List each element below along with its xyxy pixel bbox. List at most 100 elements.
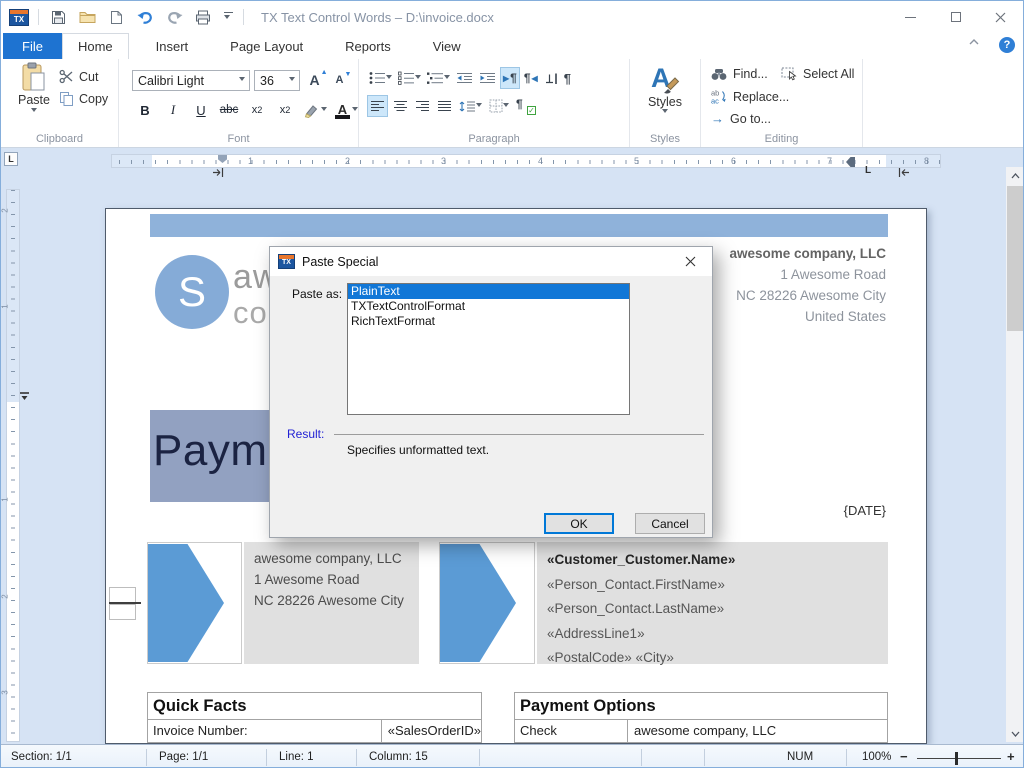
quick-facts-table[interactable]: Quick Facts Invoice Number: «SalesOrderI… [147,692,482,744]
right-indent-marker[interactable] [846,157,855,167]
right-to-left-button[interactable]: ¶◀ [522,67,540,89]
listbox-option-plaintext[interactable]: PlainText [348,284,629,299]
borders-button[interactable] [487,95,511,117]
italic-button[interactable]: I [163,100,183,120]
merge-field-addressline1[interactable]: «AddressLine1» [547,622,888,647]
left-to-right-button[interactable]: ▶¶ [500,67,520,89]
listbox-option-txtextcontrolformat[interactable]: TXTextControlFormat [348,299,629,314]
styles-button[interactable]: A Styles [630,63,700,131]
superscript-button[interactable]: x2 [275,100,295,120]
tab-file[interactable]: File [3,33,62,59]
collapse-ribbon-icon[interactable] [969,39,979,45]
new-document-icon[interactable] [106,7,126,27]
formatting-marks-button[interactable]: ¶✓ [514,95,538,117]
font-color-button[interactable]: A [335,100,358,120]
recipient-address-box[interactable]: «Customer_Customer.Name» «Person_Contact… [537,542,888,664]
grow-font-button[interactable]: A▲ [304,70,325,90]
scrollbar-thumb[interactable] [1007,186,1023,331]
print-icon[interactable] [193,7,213,27]
zoom-slider[interactable] [917,758,1001,759]
bullets-button[interactable] [367,67,394,89]
ok-button[interactable]: OK [544,513,614,534]
company-logo[interactable]: S [155,255,229,329]
horizontal-ruler[interactable]: 1 2 3 4 5 6 7 8 [111,154,941,168]
dialog-close-button[interactable] [668,247,712,276]
break-button[interactable] [542,67,560,89]
tab-home[interactable]: Home [62,33,129,59]
tab-insert[interactable]: Insert [141,33,204,59]
recipient-arrow-cell[interactable] [439,542,535,664]
cancel-button[interactable]: Cancel [635,513,705,534]
merge-field-lastname[interactable]: «Person_Contact.LastName» [547,597,888,622]
copy-button[interactable]: Copy [59,91,108,107]
dialog-titlebar[interactable]: TX Paste Special [270,247,712,276]
align-left-button[interactable] [367,95,388,117]
tab-view[interactable]: View [418,33,476,59]
shrink-font-button[interactable]: A▼ [329,70,350,90]
save-icon[interactable] [48,7,68,27]
align-right-button[interactable] [413,95,432,117]
merge-field-postalcode-city[interactable]: «PostalCode» «City» [547,646,888,671]
strikethrough-button[interactable]: abc [219,100,239,120]
tab-reports[interactable]: Reports [330,33,406,59]
date-field[interactable]: {DATE} [844,503,886,518]
underline-button[interactable]: U [191,100,211,120]
zoom-slider-thumb[interactable] [955,752,958,765]
numbering-button[interactable] [396,67,423,89]
find-button[interactable]: Find... [711,67,768,81]
merge-field-customer-name[interactable]: «Customer_Customer.Name» [547,548,888,573]
undo-icon[interactable] [135,7,155,27]
open-icon[interactable] [77,7,97,27]
redo-icon[interactable] [164,7,184,27]
check-label[interactable]: Check [515,720,628,742]
paste-button[interactable]: Paste [11,62,57,132]
replace-button[interactable]: abac Replace... [711,89,789,104]
bold-button[interactable]: B [135,100,155,120]
highlight-button[interactable] [303,100,327,120]
page-header-bar[interactable] [150,214,888,237]
scroll-up-button[interactable] [1006,167,1023,184]
tab-stop-marker[interactable]: L [865,165,871,176]
tab-selector[interactable]: L [4,152,18,166]
font-family-select[interactable]: Calibri Light [132,70,250,91]
cut-button[interactable]: Cut [59,69,98,84]
decrease-indent-button[interactable] [454,67,475,89]
select-all-button[interactable]: Select All [781,67,854,81]
zoom-out-button[interactable]: − [900,749,908,764]
maximize-button[interactable] [933,1,978,33]
tab-page-layout[interactable]: Page Layout [215,33,318,59]
zoom-in-button[interactable]: + [1007,749,1015,764]
arrow-shape[interactable] [148,544,224,662]
company-header-block[interactable]: awesome company, LLC 1 Awesome Road NC 2… [729,243,886,327]
subscript-button[interactable]: x2 [247,100,267,120]
multilevel-list-button[interactable] [425,67,452,89]
listbox-option-richtextformat[interactable]: RichTextFormat [348,314,629,329]
merge-field-salesorderid[interactable]: «SalesOrderID» [382,720,481,742]
right-margin-marker[interactable] [897,168,909,177]
left-margin-marker[interactable] [213,168,225,177]
merge-field-firstname[interactable]: «Person_Contact.FirstName» [547,573,888,598]
align-center-button[interactable] [391,95,410,117]
toolbar-options-icon[interactable] [222,7,234,27]
help-icon[interactable]: ? [999,37,1015,53]
invoice-number-label[interactable]: Invoice Number: [148,720,382,742]
check-payee[interactable]: awesome company, LLC [628,720,776,742]
justify-button[interactable] [435,95,454,117]
vertical-scrollbar[interactable] [1006,167,1023,742]
scroll-down-button[interactable] [1006,725,1023,742]
paragraph-mark-button[interactable]: ¶ [562,67,573,89]
font-size-select[interactable]: 36 [254,70,300,91]
payment-options-table[interactable]: Payment Options Check awesome company, L… [514,692,888,744]
line-spacing-button[interactable] [457,95,484,117]
sender-arrow-cell[interactable] [147,542,242,664]
sender-address-box[interactable]: awesome company, LLC 1 Awesome Road NC 2… [244,542,419,664]
minimize-button[interactable] [888,1,933,33]
goto-button[interactable]: → Go to... [711,111,771,126]
titlebar[interactable]: TX TX Text Control Words – D:\invoice.do… [1,1,1023,33]
increase-indent-button[interactable] [477,67,498,89]
arrow-shape[interactable] [440,544,516,662]
vertical-ruler[interactable] [6,189,20,742]
paste-format-listbox[interactable]: PlainText TXTextControlFormat RichTextFo… [347,283,630,415]
close-button[interactable] [978,1,1023,33]
top-margin-marker[interactable] [20,392,29,401]
